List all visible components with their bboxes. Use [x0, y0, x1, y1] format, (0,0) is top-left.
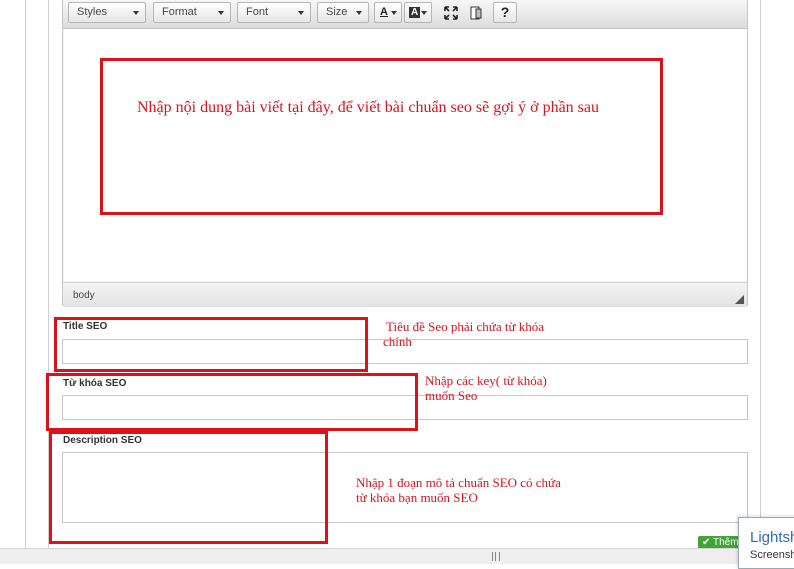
chevron-down-icon	[421, 11, 427, 15]
font-dropdown[interactable]: Font	[237, 2, 311, 23]
resize-handle-icon[interactable]	[735, 295, 744, 304]
chevron-down-icon	[133, 11, 139, 15]
panel-border-right	[760, 0, 761, 548]
help-icon: ?	[500, 4, 510, 20]
editor-toolbar: Styles Format Font Size A A ?	[63, 0, 747, 29]
rich-text-editor: Styles Format Font Size A A ? body	[62, 0, 748, 307]
editor-statusbar: body	[63, 282, 747, 307]
add-button-label: Thêm	[713, 537, 739, 548]
lightshot-title: Lightsh	[750, 529, 794, 546]
keyword-seo-input[interactable]	[62, 395, 748, 420]
background-color-icon: A	[409, 7, 421, 18]
panel-border-left	[48, 0, 49, 548]
element-path[interactable]: body	[73, 290, 95, 301]
maximize-button[interactable]	[440, 2, 462, 23]
title-seo-label: Title SEO	[63, 321, 108, 332]
chevron-down-icon	[391, 11, 397, 15]
chevron-down-icon	[218, 11, 224, 15]
lightshot-popup[interactable]: Lightsh Screensh	[738, 517, 794, 569]
keyword-seo-note: Nhập các key( từ khóa) muốn Seo	[425, 373, 547, 403]
chevron-down-icon	[356, 11, 362, 15]
size-dropdown-label: Size	[326, 6, 348, 18]
horizontal-scrollbar[interactable]	[0, 548, 738, 564]
editor-content-area[interactable]	[64, 29, 747, 281]
font-dropdown-label: Font	[246, 6, 269, 18]
format-dropdown-label: Format	[162, 6, 197, 18]
styles-dropdown[interactable]: Styles	[68, 2, 146, 23]
size-dropdown[interactable]: Size	[317, 2, 369, 23]
maximize-icon	[444, 6, 458, 20]
show-blocks-icon	[470, 6, 482, 20]
check-icon: ✔	[702, 537, 711, 548]
scrollbar-grip-icon[interactable]	[492, 552, 500, 561]
page-border-left	[25, 0, 26, 548]
keyword-seo-label: Từ khóa SEO	[63, 378, 127, 389]
text-color-button[interactable]: A	[374, 2, 402, 23]
background-color-button[interactable]: A	[404, 2, 432, 23]
lightshot-subtitle: Screensh	[750, 549, 794, 561]
help-button[interactable]: ?	[493, 2, 517, 23]
editor-annotation-text: Nhập nội dung bài viết tại đây, để viết …	[137, 99, 599, 116]
format-dropdown[interactable]: Format	[153, 2, 231, 23]
styles-dropdown-label: Styles	[77, 6, 107, 18]
text-color-icon: A	[380, 6, 388, 18]
show-blocks-button[interactable]	[465, 2, 487, 23]
description-seo-note: Nhập 1 đoạn mô tả chuẩn SEO có chứa từ k…	[356, 475, 561, 505]
description-seo-label: Description SEO	[63, 435, 142, 446]
title-seo-note: Tiêu đề Seo phải chứa từ khóa chính	[383, 319, 545, 349]
chevron-down-icon	[298, 11, 304, 15]
